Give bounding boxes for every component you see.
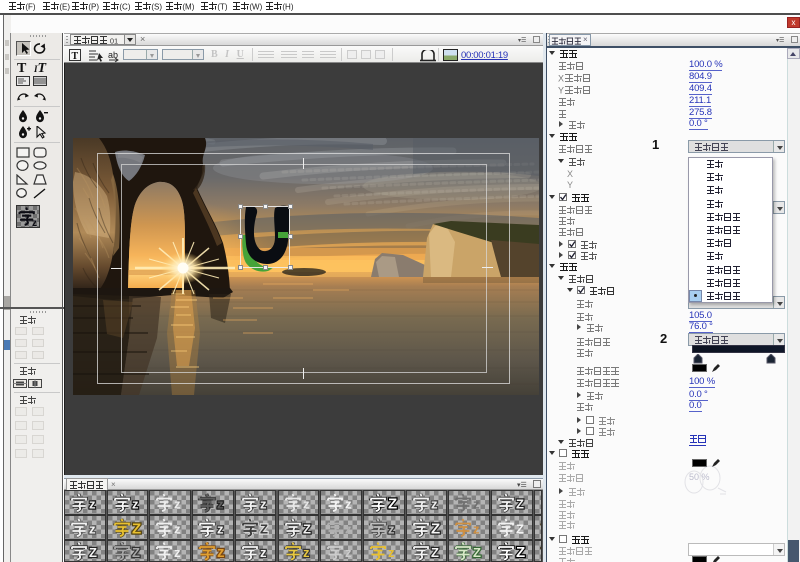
svg-text:z: z <box>89 497 96 512</box>
svg-text:Z: Z <box>388 496 397 513</box>
svg-text:Z: Z <box>132 521 141 538</box>
svg-text:Z: Z <box>473 545 481 560</box>
svg-text:z: z <box>89 522 96 537</box>
svg-text:z: z <box>217 522 224 537</box>
svg-text:Z: Z <box>431 521 440 538</box>
svg-text:z: z <box>174 497 181 512</box>
svg-text:Z: Z <box>89 545 97 560</box>
svg-text:z: z <box>345 522 352 537</box>
svg-text:z: z <box>473 522 480 537</box>
svg-text:z: z <box>217 497 224 512</box>
svg-text:z: z <box>32 218 37 227</box>
svg-text:z: z <box>388 545 395 560</box>
svg-text:z: z <box>260 545 267 560</box>
svg-text:Z: Z <box>260 522 268 537</box>
svg-text:z: z <box>388 522 395 537</box>
svg-text:z: z <box>260 497 267 512</box>
svg-text:z: z <box>217 544 225 561</box>
svg-text:Z: Z <box>303 522 311 537</box>
svg-text:Z: Z <box>516 544 525 561</box>
svg-text:z: z <box>431 497 438 512</box>
svg-text:z: z <box>345 545 352 560</box>
svg-text:z: z <box>303 497 310 512</box>
svg-text:T: T <box>72 51 79 61</box>
svg-text:z: z <box>174 545 181 560</box>
svg-text:z: z <box>132 497 139 512</box>
svg-text:Z: Z <box>516 497 524 512</box>
svg-text:Z: Z <box>516 522 524 537</box>
svg-text:z: z <box>303 545 310 560</box>
svg-text:Z: Z <box>431 545 439 560</box>
svg-text:Z: Z <box>132 545 140 560</box>
svg-text:z: z <box>174 522 181 537</box>
svg-text:z: z <box>473 497 480 512</box>
svg-text:z: z <box>345 497 352 512</box>
